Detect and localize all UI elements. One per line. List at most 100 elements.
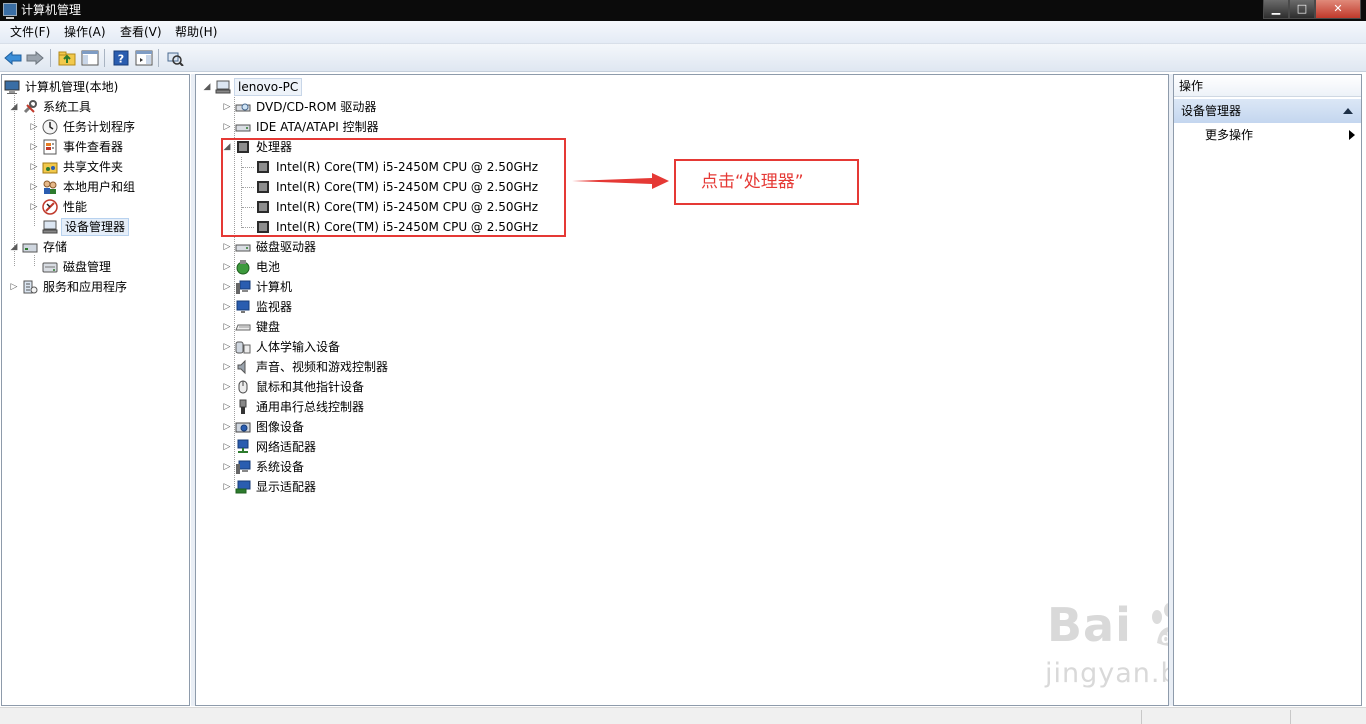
tree-item-event-viewer[interactable]: ▷ 事件查看器 bbox=[28, 137, 125, 157]
tree-item-dvd-drives[interactable]: ▷ DVD/CD-ROM 驱动器 bbox=[221, 97, 378, 117]
tree-item-imaging[interactable]: ▷ 图像设备 bbox=[221, 417, 306, 437]
tree-item-keyboards[interactable]: ▷ 键盘 bbox=[221, 317, 282, 337]
tree-item-ide-controllers[interactable]: ▷ IDE ATA/ATAPI 控制器 bbox=[221, 117, 381, 137]
show-hide-action-pane-icon[interactable] bbox=[134, 48, 154, 68]
collapsed-arrow-icon[interactable]: ▷ bbox=[28, 162, 40, 172]
tree-label: 网络适配器 bbox=[256, 440, 317, 454]
tree-item-task-scheduler[interactable]: ▷ 任务计划程序 bbox=[28, 117, 137, 137]
collapsed-arrow-icon[interactable]: ▷ bbox=[221, 382, 233, 392]
tree-item-usb[interactable]: ▷ 通用串行总线控制器 bbox=[221, 397, 366, 417]
tree-item-disk-management[interactable]: 磁盘管理 bbox=[28, 257, 113, 277]
tree-label: 计算机 bbox=[256, 280, 293, 294]
watermark-brand: Bai bbox=[1047, 598, 1132, 652]
collapsed-arrow-icon[interactable]: ▷ bbox=[221, 242, 233, 252]
more-actions-link[interactable]: 更多操作 bbox=[1205, 125, 1253, 145]
scan-hardware-icon[interactable] bbox=[165, 48, 185, 68]
menu-view[interactable]: 查看(V) bbox=[120, 25, 162, 40]
computer-management-icon bbox=[3, 3, 17, 19]
menu-file[interactable]: 文件(F) bbox=[10, 25, 50, 40]
tree-item-shared-folders[interactable]: ▷ 共享文件夹 bbox=[28, 157, 125, 177]
svg-text:du: du bbox=[1161, 631, 1169, 647]
tree-item-disk-drives[interactable]: ▷ 磁盘驱动器 bbox=[221, 237, 318, 257]
tree-item-system-tools[interactable]: ◢ 系统工具 bbox=[8, 97, 93, 117]
tree-label: 键盘 bbox=[256, 320, 281, 334]
annotation-callout: 点击“处理器” bbox=[674, 159, 859, 205]
expanded-arrow-icon[interactable]: ◢ bbox=[201, 82, 213, 92]
tree-item-performance[interactable]: ▷ 性能 bbox=[28, 197, 89, 217]
collapse-arrow-icon[interactable] bbox=[1343, 108, 1353, 114]
collapsed-arrow-icon[interactable]: ▷ bbox=[221, 122, 233, 132]
maximize-button[interactable]: □ bbox=[1289, 0, 1315, 19]
menu-action[interactable]: 操作(A) bbox=[64, 25, 106, 40]
tree-item-monitors[interactable]: ▷ 监视器 bbox=[221, 297, 294, 317]
highlight-box-processors bbox=[221, 138, 566, 237]
tree-label: 磁盘驱动器 bbox=[256, 240, 317, 254]
collapsed-arrow-icon[interactable]: ▷ bbox=[221, 362, 233, 372]
tree-item-network[interactable]: ▷ 网络适配器 bbox=[221, 437, 318, 457]
forward-arrow-icon[interactable] bbox=[25, 48, 45, 68]
actions-section-device-manager[interactable]: 设备管理器 bbox=[1174, 99, 1361, 123]
tools-icon bbox=[22, 99, 38, 115]
shared-folder-icon bbox=[42, 159, 58, 175]
tree-label: 存储 bbox=[43, 240, 68, 254]
collapsed-arrow-icon[interactable]: ▷ bbox=[28, 142, 40, 152]
tree-label: 服务和应用程序 bbox=[43, 280, 128, 294]
tree-item-sound[interactable]: ▷ 声音、视频和游戏控制器 bbox=[221, 357, 390, 377]
collapsed-arrow-icon[interactable]: ▷ bbox=[221, 102, 233, 112]
help-icon[interactable]: ? bbox=[111, 48, 131, 68]
tree-item-display-adapters[interactable]: ▷ 显示适配器 bbox=[221, 477, 318, 497]
navigation-pane: 计算机管理(本地) ◢ 系统工具 ▷ 任务计划程序 ▷ 事件查看器 ▷ 共享文件… bbox=[1, 74, 190, 706]
collapsed-arrow-icon[interactable]: ▷ bbox=[221, 342, 233, 352]
window-controls: ▁ □ ✕ bbox=[1263, 0, 1361, 19]
tree-label: 鼠标和其他指针设备 bbox=[256, 380, 365, 394]
collapsed-arrow-icon[interactable]: ▷ bbox=[221, 262, 233, 272]
collapsed-arrow-icon[interactable]: ▷ bbox=[221, 322, 233, 332]
expanded-arrow-icon[interactable]: ◢ bbox=[8, 102, 20, 112]
collapsed-arrow-icon[interactable]: ▷ bbox=[8, 282, 20, 292]
tree-item-storage[interactable]: ◢ 存储 bbox=[8, 237, 69, 257]
tree-item-hid[interactable]: ▷ 人体学输入设备 bbox=[221, 337, 342, 357]
battery-icon bbox=[235, 259, 251, 275]
up-folder-icon[interactable] bbox=[57, 48, 77, 68]
tree-item-mice[interactable]: ▷ 鼠标和其他指针设备 bbox=[221, 377, 366, 397]
collapsed-arrow-icon[interactable]: ▷ bbox=[221, 462, 233, 472]
tree-item-computer[interactable]: ▷ 计算机 bbox=[221, 277, 294, 297]
tree-label: 声音、视频和游戏控制器 bbox=[256, 360, 389, 374]
tree-item-device-manager[interactable]: 设备管理器 bbox=[28, 217, 130, 237]
collapsed-arrow-icon[interactable]: ▷ bbox=[221, 482, 233, 492]
collapsed-arrow-icon[interactable]: ▷ bbox=[221, 302, 233, 312]
tree-label: 事件查看器 bbox=[63, 140, 124, 154]
tree-label: 系统工具 bbox=[43, 100, 92, 114]
status-bar bbox=[0, 707, 1366, 724]
show-hide-tree-icon[interactable] bbox=[80, 48, 100, 68]
close-button[interactable]: ✕ bbox=[1315, 0, 1361, 19]
tree-item-local-users[interactable]: ▷ 本地用户和组 bbox=[28, 177, 137, 197]
minimize-button[interactable]: ▁ bbox=[1263, 0, 1289, 19]
paw-icon: du bbox=[1149, 603, 1169, 652]
tree-label: 设备管理器 bbox=[61, 218, 130, 236]
expanded-arrow-icon[interactable]: ◢ bbox=[8, 242, 20, 252]
tree-item-battery[interactable]: ▷ 电池 bbox=[221, 257, 282, 277]
tree-item-lenovo-pc[interactable]: ◢ lenovo-PC bbox=[201, 77, 303, 97]
tree-item-system-devices[interactable]: ▷ 系统设备 bbox=[221, 457, 306, 477]
collapsed-arrow-icon[interactable]: ▷ bbox=[221, 282, 233, 292]
submenu-arrow-icon[interactable] bbox=[1349, 130, 1355, 140]
collapsed-arrow-icon[interactable]: ▷ bbox=[221, 422, 233, 432]
tree-label: 磁盘管理 bbox=[63, 260, 112, 274]
tree-item-computer-management[interactable]: 计算机管理(本地) bbox=[3, 77, 120, 97]
tree-item-services-apps[interactable]: ▷ 服务和应用程序 bbox=[8, 277, 129, 297]
collapsed-arrow-icon[interactable]: ▷ bbox=[221, 402, 233, 412]
computer-icon bbox=[235, 279, 251, 295]
ide-controller-icon bbox=[235, 119, 251, 135]
tree-label: 性能 bbox=[63, 200, 88, 214]
collapsed-arrow-icon[interactable]: ▷ bbox=[28, 122, 40, 132]
menu-help[interactable]: 帮助(H) bbox=[175, 25, 217, 40]
dvd-drive-icon bbox=[235, 99, 251, 115]
collapsed-arrow-icon[interactable]: ▷ bbox=[221, 442, 233, 452]
collapsed-arrow-icon[interactable]: ▷ bbox=[28, 202, 40, 212]
usb-icon bbox=[235, 399, 251, 415]
menu-bar: 文件(F) 操作(A) 查看(V) 帮助(H) bbox=[0, 21, 1366, 44]
collapsed-arrow-icon[interactable]: ▷ bbox=[28, 182, 40, 192]
mouse-icon bbox=[235, 379, 251, 395]
back-arrow-icon[interactable] bbox=[3, 48, 23, 68]
